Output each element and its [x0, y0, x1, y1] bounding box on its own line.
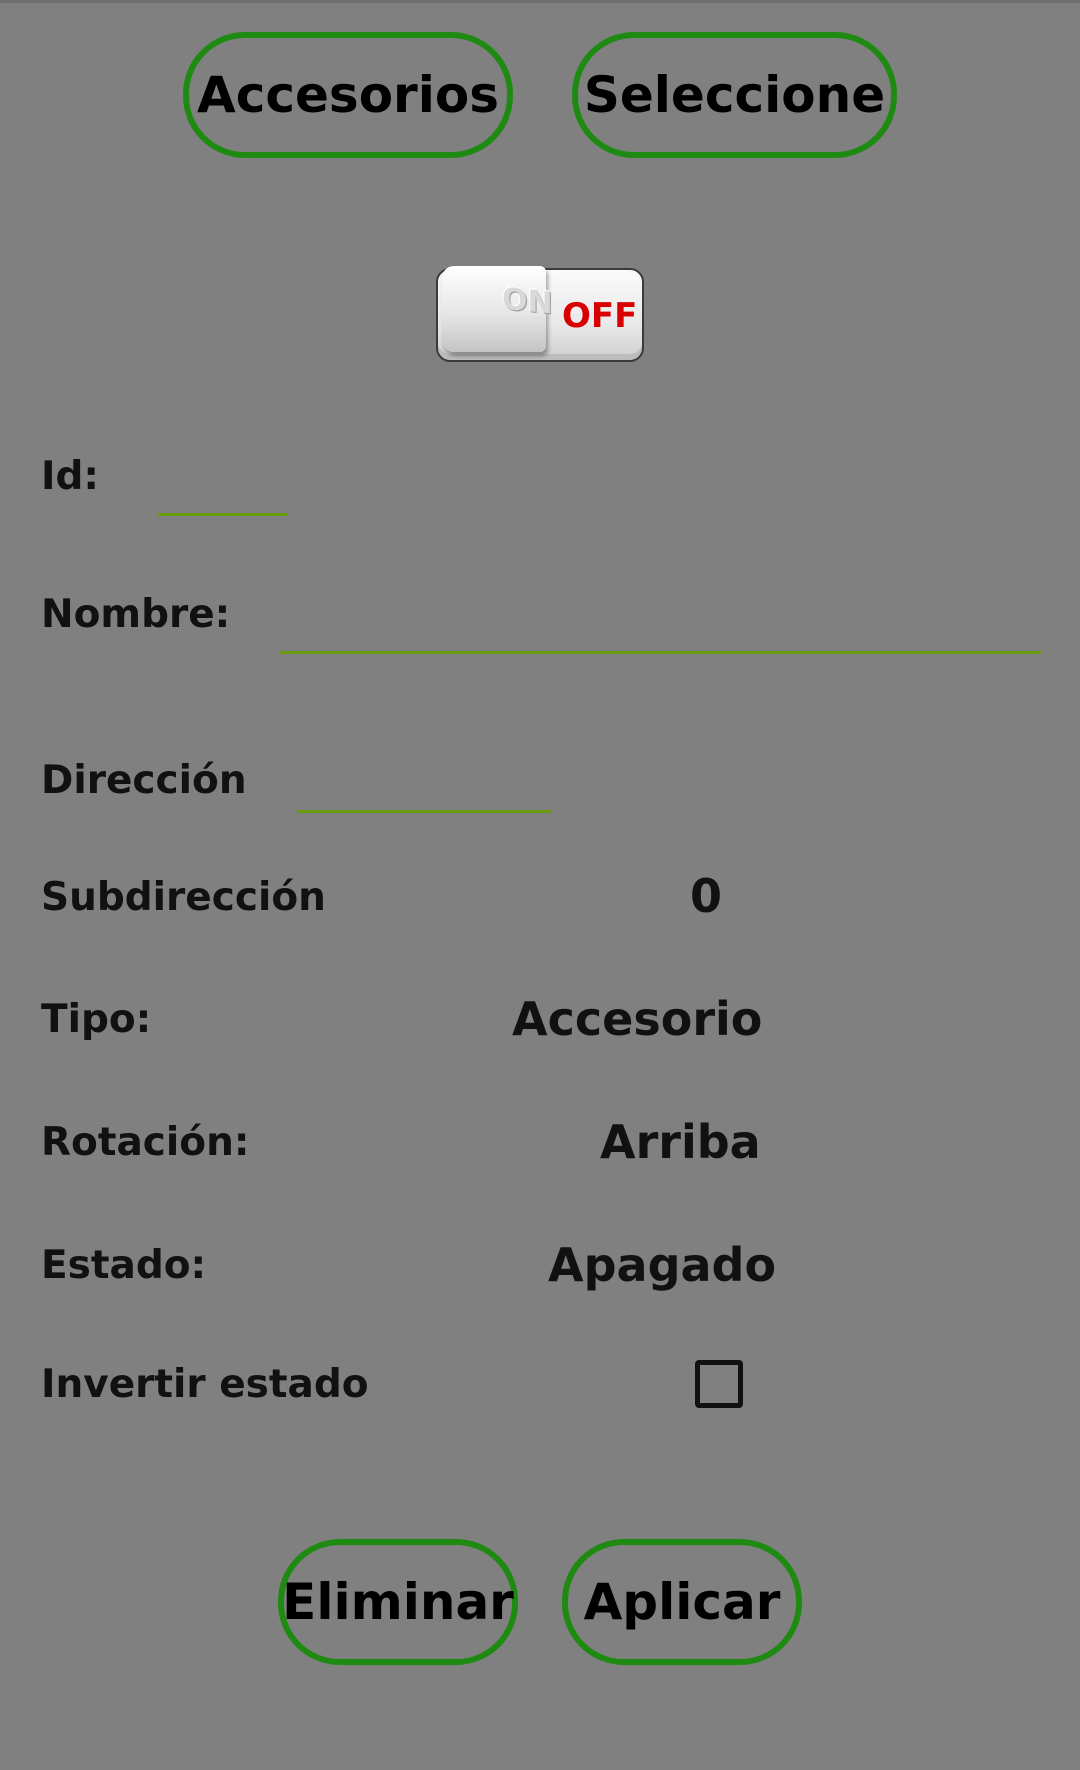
nombre-field[interactable]	[279, 598, 1041, 654]
rotacion-selector[interactable]: Arriba	[600, 1115, 761, 1169]
subdireccion-value[interactable]: 0	[690, 869, 722, 923]
tipo-selector[interactable]: Accesorio	[512, 992, 762, 1046]
seleccione-button[interactable]: Seleccione	[572, 32, 897, 158]
switch-knob: ON	[442, 266, 553, 352]
switch-on-label: ON	[502, 281, 553, 322]
on-off-toggle-switch[interactable]: ON OFF	[436, 266, 644, 362]
direccion-field[interactable]	[297, 756, 551, 813]
eliminar-button[interactable]: Eliminar	[278, 1539, 518, 1665]
accessory-editor-screen: Accesorios Seleccione ON OFF Id: Nombre:…	[0, 0, 1080, 1770]
switch-off-label: OFF	[562, 296, 638, 336]
estado-label: Estado:	[41, 1243, 207, 1288]
nombre-label: Nombre:	[41, 592, 231, 637]
tipo-label: Tipo:	[41, 997, 152, 1042]
invertir-estado-label: Invertir estado	[41, 1362, 369, 1407]
accesorios-button[interactable]: Accesorios	[183, 32, 513, 158]
subdireccion-label: Subdirección	[41, 875, 326, 920]
aplicar-button[interactable]: Aplicar	[562, 1539, 802, 1665]
rotacion-label: Rotación:	[41, 1120, 250, 1165]
id-field[interactable]	[157, 462, 287, 516]
top-divider	[0, 0, 1080, 3]
direccion-label: Dirección	[41, 758, 247, 803]
id-label: Id:	[41, 454, 100, 499]
estado-value: Apagado	[548, 1238, 777, 1292]
invertir-estado-checkbox[interactable]	[695, 1360, 743, 1408]
